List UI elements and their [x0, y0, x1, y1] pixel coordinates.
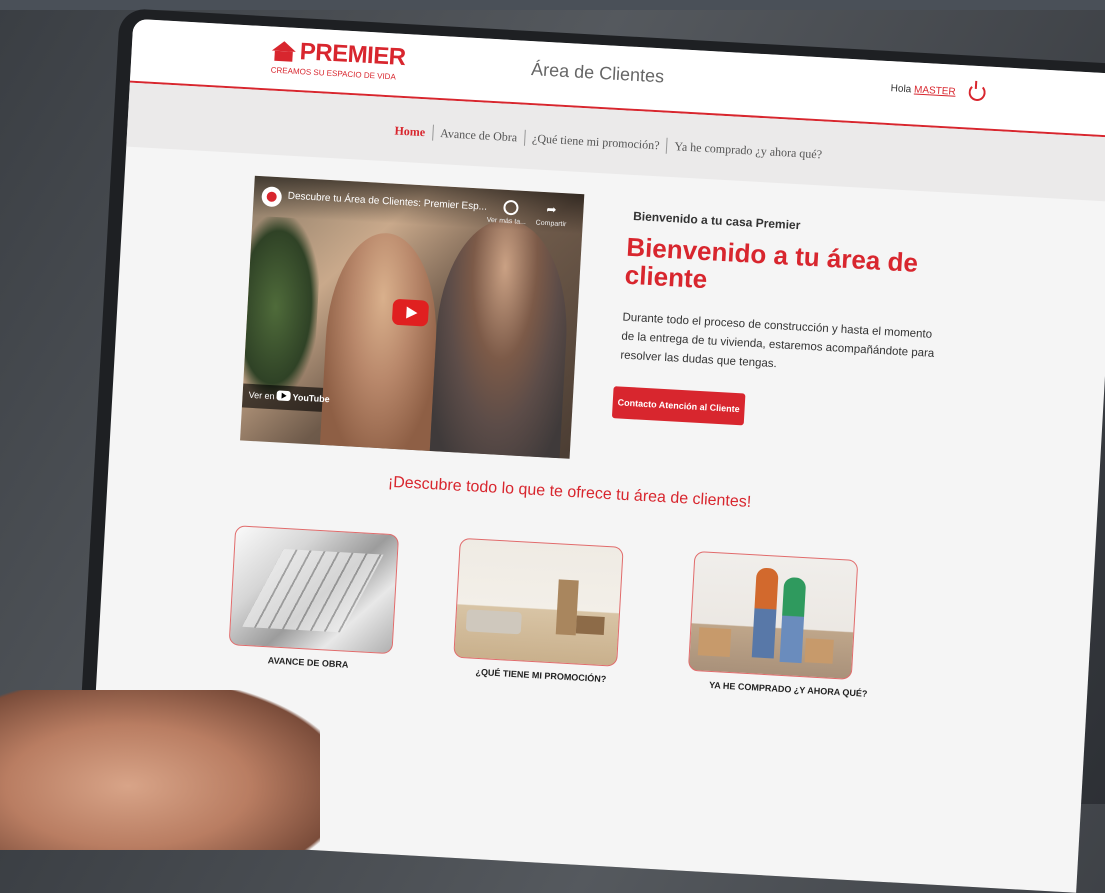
- house-logo-icon: [271, 41, 296, 64]
- welcome-heading: Bienvenido a tu área de cliente: [624, 231, 919, 295]
- welcome-text: Durante todo el proceso de construcción …: [620, 311, 935, 371]
- nav-item-home[interactable]: Home: [387, 123, 432, 140]
- nav-item-avance-obra[interactable]: Avance de Obra: [433, 125, 525, 145]
- premier-logo[interactable]: PREMIER CREAMOS SU ESPACIO DE VIDA: [270, 37, 407, 86]
- card-image-man: [751, 567, 779, 659]
- card-image-box: [697, 627, 732, 658]
- power-icon[interactable]: [968, 83, 987, 102]
- card-ya-he-comprado[interactable]: [687, 550, 859, 680]
- nav-item-promocion[interactable]: ¿Qué tiene mi promoción?: [525, 130, 667, 153]
- watch-on-youtube[interactable]: Ver en YouTube: [241, 383, 330, 412]
- top-strip: [0, 0, 1105, 10]
- greeting-text: Hola: [890, 83, 912, 96]
- video-plant: [242, 215, 323, 400]
- card-image-woman: [779, 576, 807, 664]
- nav-item-ya-he-comprado[interactable]: Ya he comprado ¿y ahora qué?: [667, 138, 829, 162]
- card-label-promocion[interactable]: ¿QUÉ TIENE MI PROMOCIÓN?: [475, 667, 606, 684]
- video-woman: [319, 230, 442, 451]
- share-icon[interactable]: ➦: [546, 202, 557, 217]
- card-image-table: [575, 615, 605, 635]
- username-link[interactable]: MASTER: [914, 84, 956, 97]
- card-image-avance: [241, 548, 384, 633]
- card-image-sofa: [465, 609, 522, 635]
- watch-on-label: Ver en: [248, 389, 275, 402]
- card-image-box: [804, 638, 834, 664]
- card-label-ya-he-comprado[interactable]: YA HE COMPRADO ¿Y AHORA QUÉ?: [709, 680, 868, 699]
- video-man: [429, 216, 573, 459]
- video-player[interactable]: Descubre tu Área de Clientes: Premier Es…: [240, 175, 585, 459]
- welcome-subtitle: Bienvenido a tu casa Premier: [632, 208, 801, 233]
- youtube-label: YouTube: [292, 392, 330, 405]
- page-title: Área de Clientes: [530, 59, 665, 87]
- user-greeting: Hola MASTER: [890, 83, 956, 98]
- discover-heading: ¡Descubre todo lo que te ofrece tu área …: [387, 473, 752, 511]
- card-promocion[interactable]: [453, 537, 624, 667]
- youtube-icon: [276, 390, 291, 402]
- play-icon[interactable]: [391, 298, 430, 327]
- hand-foreground: [0, 690, 320, 850]
- contact-button[interactable]: Contacto Atención al Cliente: [611, 386, 746, 426]
- card-avance-obra[interactable]: [228, 525, 400, 655]
- logo-name: PREMIER: [299, 38, 407, 71]
- card-label-avance-obra[interactable]: AVANCE DE OBRA: [268, 655, 349, 669]
